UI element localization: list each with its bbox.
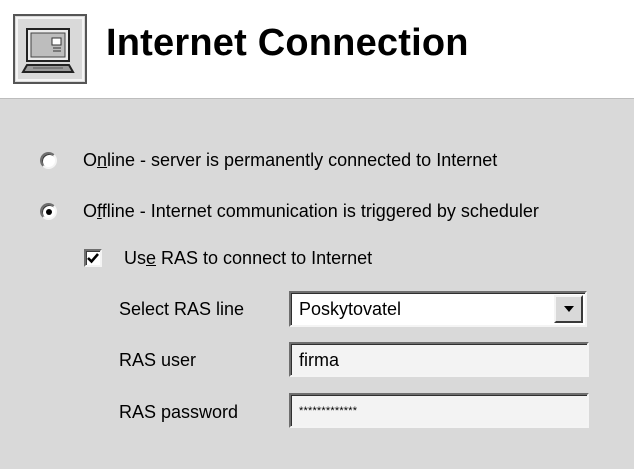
ras-line-label: Select RAS line bbox=[119, 299, 245, 319]
offline-radio[interactable] bbox=[40, 202, 57, 220]
page-header: Internet Connection bbox=[0, 0, 634, 99]
ras-password-field[interactable]: ************* bbox=[289, 393, 589, 428]
ras-user-label: RAS user bbox=[119, 350, 197, 370]
use-ras-label[interactable]: Use RAS to connect to Internet bbox=[124, 248, 372, 269]
use-ras-option[interactable]: Use RAS to connect to Internet bbox=[84, 246, 372, 270]
ras-line-select[interactable]: Poskytovatel bbox=[289, 291, 587, 327]
dropdown-button[interactable] bbox=[554, 295, 583, 323]
ras-line-value: Poskytovatel bbox=[299, 299, 402, 319]
online-option[interactable]: Online - server is permanently connected… bbox=[40, 147, 497, 173]
radio-selected-dot bbox=[46, 208, 52, 215]
ras-password-value: ************* bbox=[299, 405, 358, 417]
chevron-down-icon bbox=[563, 306, 574, 312]
online-radio[interactable] bbox=[40, 151, 57, 169]
page-title: Internet Connection bbox=[106, 22, 469, 64]
offline-option[interactable]: Offline - Internet communication is trig… bbox=[40, 198, 539, 224]
online-radio-label[interactable]: Online - server is permanently connected… bbox=[83, 150, 497, 171]
checkmark-icon bbox=[87, 253, 99, 264]
offline-radio-label[interactable]: Offline - Internet communication is trig… bbox=[83, 201, 539, 222]
ras-user-field[interactable]: firma bbox=[289, 342, 589, 377]
ras-password-label: RAS password bbox=[119, 402, 239, 422]
use-ras-checkbox[interactable] bbox=[84, 249, 102, 267]
ras-user-value: firma bbox=[299, 350, 339, 370]
network-computer-icon bbox=[13, 14, 87, 84]
